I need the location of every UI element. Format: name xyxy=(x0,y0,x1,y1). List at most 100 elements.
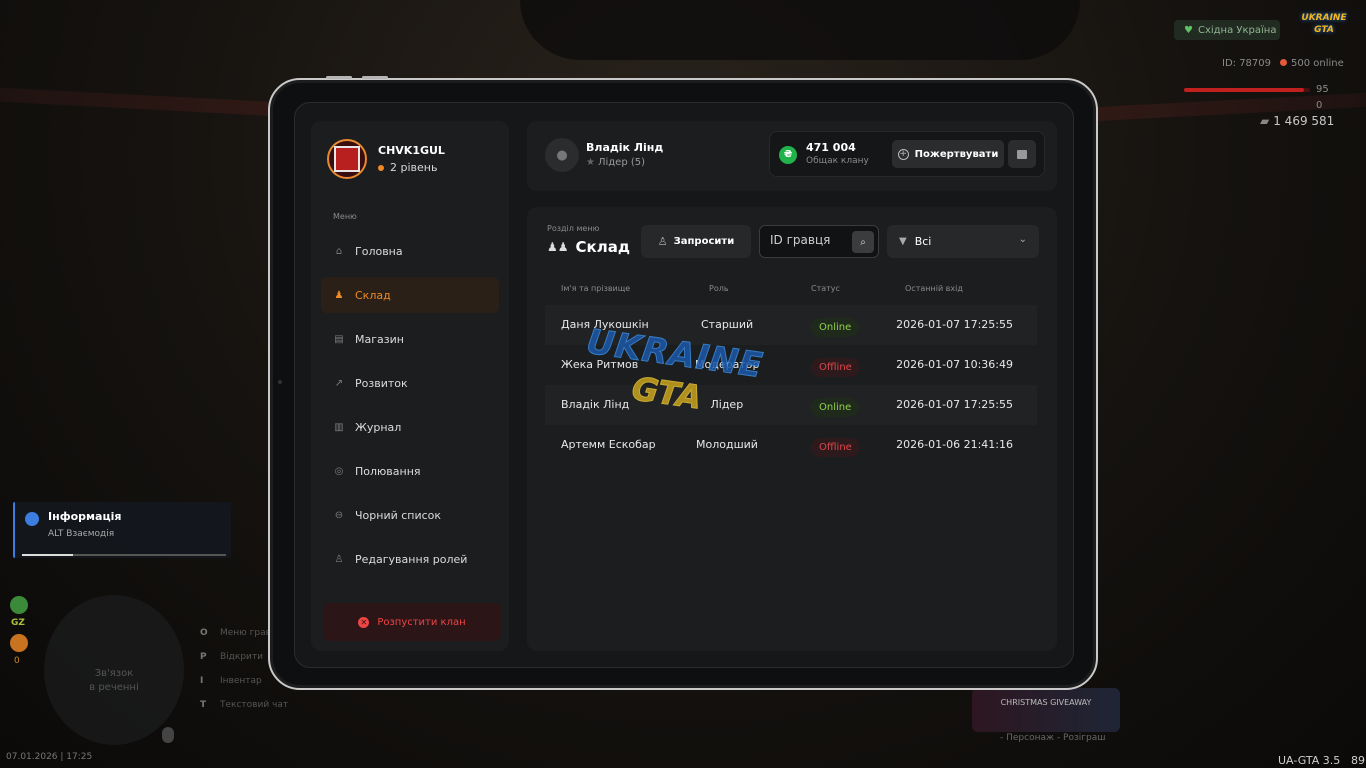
stat-icon-green xyxy=(10,596,28,614)
info-toast: Інформація ALT Взаємодія xyxy=(13,502,231,558)
health-value: 95 xyxy=(1316,84,1329,95)
column-header: Останній вхід xyxy=(905,284,963,293)
sidebar-item-label: Чорний список xyxy=(355,508,442,522)
key-letter: P xyxy=(200,652,207,662)
sidebar-item-label: Полювання xyxy=(355,464,421,478)
column-header: Роль xyxy=(709,284,729,293)
game-version: UA-GTA 3.5 xyxy=(1278,754,1341,767)
sidebar-item-label: Журнал xyxy=(355,420,402,434)
sidebar-item-8[interactable]: ♙ Редагування ролей xyxy=(321,541,499,577)
event-banner[interactable]: CHRISTMAS GIVEAWAY xyxy=(972,688,1120,732)
last-login: 2026-01-07 10:36:49 xyxy=(896,358,1013,371)
toast-title: Інформація xyxy=(48,510,122,523)
bank-amount: 471 004 xyxy=(806,141,856,154)
armor-value: 0 xyxy=(1316,100,1323,111)
last-login: 2026-01-07 17:25:55 xyxy=(896,318,1013,331)
key-letter: T xyxy=(200,700,207,710)
clan-avatar xyxy=(327,139,367,179)
sidebar: CHVK1GUL 2 рівень Меню ⌂ Головна ♟ Склад ▤ Ма… xyxy=(311,121,509,651)
table-row[interactable]: Владік Лінд Лідер Online 2026-01-07 17:25:5… xyxy=(545,385,1037,425)
blacklist-icon: ⊖ xyxy=(334,509,344,521)
key-label: Відкрити xyxy=(220,652,263,662)
status-badge: Offline xyxy=(811,358,860,377)
role-filter-select[interactable]: ▼ Всі ⌄ xyxy=(887,225,1039,258)
clan-name: CHVK1GUL xyxy=(378,144,445,157)
sidebar-item-2[interactable]: ♟ Склад xyxy=(321,277,499,313)
sidebar-menu: ⌂ Головна ♟ Склад ▤ Магазин ↗ Розвиток ▥ Журнал ◎ П… xyxy=(321,233,499,585)
sidebar-item-label: Головна xyxy=(355,244,403,258)
tablet-camera xyxy=(278,380,282,384)
member-role: Лідер xyxy=(710,398,744,411)
money-value: ▰ 1 469 581 xyxy=(1260,114,1335,128)
search-button[interactable]: ⌕ xyxy=(852,231,874,253)
sidebar-item-3[interactable]: ▤ Магазин xyxy=(321,321,499,357)
minimap-text-1: Зв'язок xyxy=(94,668,134,679)
bank-label: Общак клану xyxy=(806,156,869,166)
online-dot-icon xyxy=(1280,59,1287,66)
server-name: Східна Україна xyxy=(1197,24,1277,36)
server-badge: ♥ Східна Україна xyxy=(1174,20,1280,40)
sidebar-item-6[interactable]: ◎ Полювання xyxy=(321,453,499,489)
basket-icon: ▤ xyxy=(334,333,344,345)
member-name: Владік Лінд xyxy=(561,398,630,411)
sidebar-item-1[interactable]: ⌂ Головна xyxy=(321,233,499,269)
target-icon: ◎ xyxy=(334,465,344,477)
clan-level: 2 рівень xyxy=(378,161,437,174)
key-hint: I Інвентар xyxy=(200,676,288,700)
event-caption: - Персонаж - Розіграш xyxy=(1000,733,1106,743)
toast-text: ALT Взаємодія xyxy=(48,529,115,539)
member-role: Старший xyxy=(701,318,754,331)
table-row[interactable]: Жека Ритмов Модератор Offline 2026-01-07 10… xyxy=(545,345,1037,385)
stat-icon-orange xyxy=(10,634,28,652)
minimap: Зв'язок в реченні xyxy=(44,595,184,745)
chevron-down-icon: ⌄ xyxy=(1018,234,1027,245)
table-row[interactable]: Артемм Ескобар Молодший Offline 2026-01-06 … xyxy=(545,425,1037,465)
chart-icon: ↗ xyxy=(334,377,344,389)
user-role: ★ Лідер (5) xyxy=(586,157,646,168)
player-search: ⌕ xyxy=(759,225,879,258)
group-icon: ♟♟ xyxy=(547,240,569,254)
health-bar xyxy=(1184,88,1310,92)
hryvnia-coin-icon: ₴ xyxy=(779,146,797,164)
player-id-input[interactable] xyxy=(770,233,850,247)
table-row[interactable]: Даня Лукошкін Старший Online 2026-01-07 17:… xyxy=(545,305,1037,345)
filter-icon: ▼ xyxy=(899,236,907,247)
tablet-button xyxy=(362,76,388,79)
tablet-screen: CHVK1GUL 2 рівень Меню ⌂ Головна ♟ Склад ▤ Ма… xyxy=(294,102,1074,668)
close-circle-icon: ✕ xyxy=(358,616,370,628)
members-panel: Розділ меню ♟♟Склад ♙ Запросити ⌕ ▼ Всі … xyxy=(527,207,1057,651)
member-name: Даня Лукошкін xyxy=(561,318,649,331)
user-name: Владік Лінд xyxy=(586,141,664,154)
sidebar-item-4[interactable]: ↗ Розвиток xyxy=(321,365,499,401)
column-header: Статус xyxy=(811,284,840,293)
safe-button[interactable] xyxy=(1008,140,1036,168)
search-icon: ⌕ xyxy=(860,236,866,248)
tablet-button xyxy=(326,76,352,79)
wall-beam-left xyxy=(0,87,280,117)
player-id: ID: 78709 xyxy=(1222,58,1272,69)
group-icon: ♟ xyxy=(334,289,344,301)
cash-icon: ▰ xyxy=(1260,114,1270,128)
sidebar-item-5[interactable]: ▥ Журнал xyxy=(321,409,499,445)
sidebar-item-label: Склад xyxy=(355,288,391,302)
disband-clan-button[interactable]: ✕ Розпустити клан xyxy=(323,603,501,641)
status-badge: Online xyxy=(811,318,860,337)
key-label: Текстовий чат xyxy=(220,700,289,710)
level-dot-icon xyxy=(378,165,384,171)
info-icon xyxy=(25,512,39,526)
clan-emblem-icon xyxy=(334,146,360,172)
status-badge: Online xyxy=(811,398,860,417)
invite-button[interactable]: ♙ Запросити xyxy=(641,225,751,258)
member-role: Молодший xyxy=(696,438,758,451)
fps-counter: 89 xyxy=(1351,754,1365,767)
home-icon: ⌂ xyxy=(335,245,343,257)
sidebar-item-label: Магазин xyxy=(355,332,404,346)
safe-icon xyxy=(1017,149,1027,159)
donate-button[interactable]: + Пожертвувати xyxy=(892,140,1004,168)
sidebar-item-7[interactable]: ⊖ Чорний список xyxy=(321,497,499,533)
toast-progress xyxy=(22,554,226,556)
column-header: Ім'я та прізвище xyxy=(561,284,631,293)
add-user-icon: ♙ xyxy=(657,235,668,248)
online-count: 500 online xyxy=(1280,58,1344,69)
disband-label: Розпустити клан xyxy=(377,616,466,628)
